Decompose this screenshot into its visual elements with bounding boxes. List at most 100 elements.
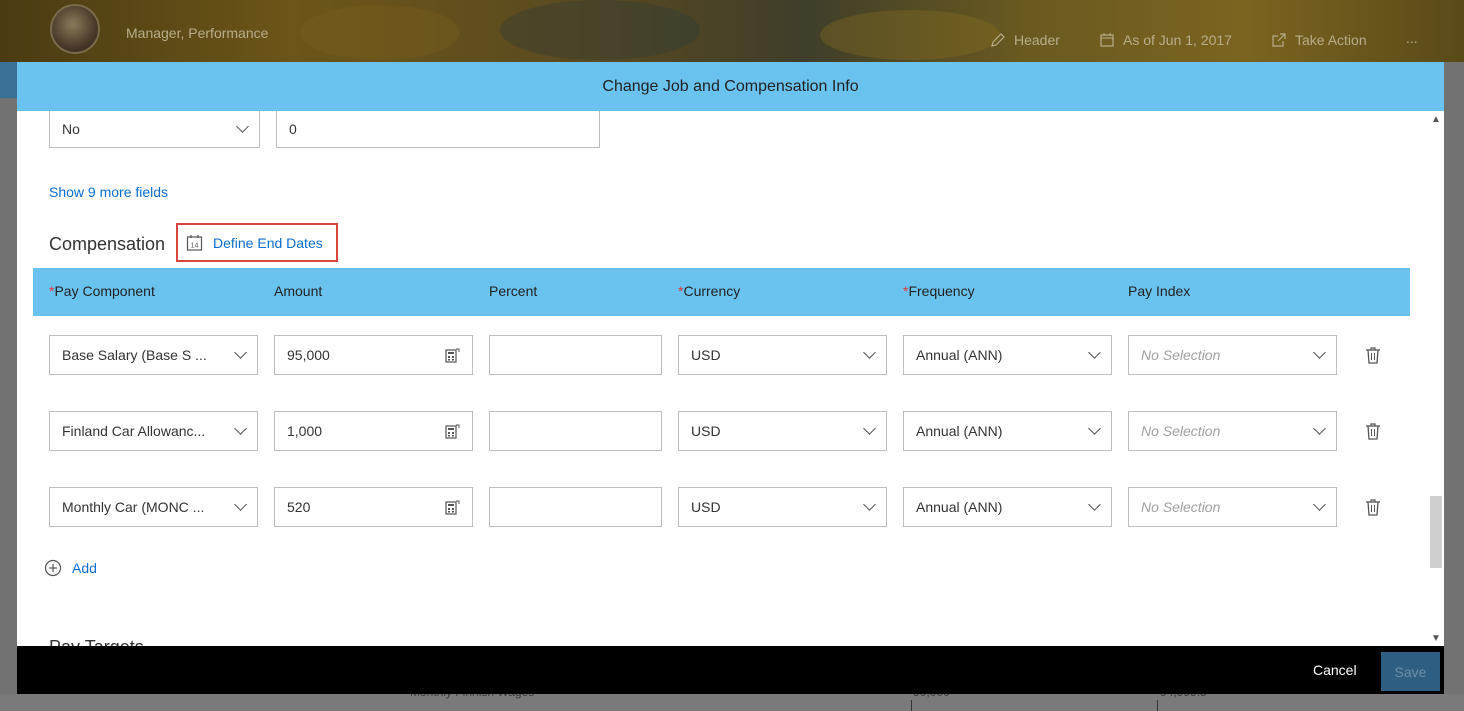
pay-component-select[interactable]: Monthly Car (MONC ... <box>49 487 258 527</box>
trash-icon[interactable] <box>1365 346 1381 364</box>
chevron-down-icon <box>863 346 876 359</box>
calculator-icon[interactable] <box>444 347 460 363</box>
pay-index-select[interactable]: No Selection <box>1128 411 1337 451</box>
pay-index-placeholder: No Selection <box>1141 499 1221 515</box>
amount-input[interactable]: 1,000 <box>274 411 473 451</box>
compensation-table-header: *Pay Component Amount Percent *Currency … <box>33 268 1410 316</box>
frequency-value: Annual (ANN) <box>916 347 1003 363</box>
pencil-icon <box>991 33 1005 47</box>
percent-input[interactable] <box>489 335 662 375</box>
pay-component-value: Monthly Car (MONC ... <box>62 499 205 515</box>
chevron-down-icon <box>863 422 876 435</box>
as-of-date-action[interactable]: As of Jun 1, 2017 <box>1099 32 1232 48</box>
pay-targets-section-title: Pay Targets <box>49 637 144 646</box>
chevron-down-icon <box>1088 422 1101 435</box>
pay-index-select[interactable]: No Selection <box>1128 335 1337 375</box>
profile-title: Manager, Performance <box>126 25 269 41</box>
pay-index-select[interactable]: No Selection <box>1128 487 1337 527</box>
dialog-footer: Cancel Save <box>17 646 1444 694</box>
pay-component-value: Base Salary (Base S ... <box>62 347 207 363</box>
chevron-down-icon <box>234 498 247 511</box>
chevron-down-icon <box>1088 498 1101 511</box>
currency-select[interactable]: USD <box>678 335 887 375</box>
chevron-down-icon <box>1088 346 1101 359</box>
as-of-date-label: As of Jun 1, 2017 <box>1123 32 1232 48</box>
top-select[interactable]: No <box>49 111 260 148</box>
calculator-icon[interactable] <box>444 499 460 515</box>
amount-input[interactable]: 95,000 <box>274 335 473 375</box>
header-action-label: Header <box>1014 32 1060 48</box>
chevron-down-icon <box>234 346 247 359</box>
amount-value: 95,000 <box>287 347 330 363</box>
chevron-down-icon <box>234 422 247 435</box>
header-action[interactable]: Header <box>990 32 1060 48</box>
amount-input[interactable]: 520 <box>274 487 473 527</box>
frequency-select[interactable]: Annual (ANN) <box>903 335 1112 375</box>
currency-value: USD <box>691 423 721 439</box>
calculator-icon[interactable] <box>444 423 460 439</box>
frequency-select[interactable]: Annual (ANN) <box>903 411 1112 451</box>
background-left-accent <box>0 62 17 98</box>
add-pay-component-button[interactable]: Add <box>44 559 97 577</box>
show-more-fields-link[interactable]: Show 9 more fields <box>49 184 168 200</box>
avatar[interactable] <box>50 4 100 54</box>
add-circle-icon <box>44 559 62 577</box>
define-end-dates-label: Define End Dates <box>213 234 323 251</box>
take-action-action[interactable]: Take Action <box>1271 32 1367 48</box>
pay-index-placeholder: No Selection <box>1141 423 1221 439</box>
cancel-button[interactable]: Cancel <box>1307 646 1363 694</box>
column-header-pay-index: Pay Index <box>1128 283 1190 299</box>
chevron-down-icon <box>1313 422 1326 435</box>
background-left-strip <box>0 62 17 694</box>
take-action-label: Take Action <box>1295 32 1367 48</box>
chevron-down-icon <box>236 120 249 133</box>
scrollbar-thumb[interactable] <box>1430 496 1442 568</box>
frequency-select[interactable]: Annual (ANN) <box>903 487 1112 527</box>
save-button[interactable]: Save <box>1381 652 1440 691</box>
column-header-percent: Percent <box>489 283 537 299</box>
frequency-value: Annual (ANN) <box>916 423 1003 439</box>
background-tick <box>911 700 912 711</box>
column-header-amount: Amount <box>274 283 322 299</box>
share-icon <box>1272 33 1286 47</box>
define-end-dates-button[interactable]: 14 Define End Dates <box>176 223 338 262</box>
compensation-section-title: Compensation <box>49 234 166 254</box>
column-header-frequency: *Frequency <box>903 283 975 299</box>
percent-input[interactable] <box>489 411 662 451</box>
chevron-down-icon <box>863 498 876 511</box>
more-label: ... <box>1406 30 1418 46</box>
amount-value: 520 <box>287 499 311 515</box>
column-label: Pay Component <box>54 283 155 299</box>
column-label: Currency <box>683 283 741 299</box>
chevron-down-icon <box>1313 498 1326 511</box>
trash-icon[interactable] <box>1365 422 1381 440</box>
column-label: Pay Index <box>1128 283 1191 299</box>
dialog-content: No 0 Show 9 more fields Compensation 14 … <box>17 111 1427 646</box>
column-label: Percent <box>489 283 538 299</box>
top-input[interactable]: 0 <box>276 111 600 148</box>
pay-component-select[interactable]: Base Salary (Base S ... <box>49 335 258 375</box>
currency-value: USD <box>691 499 721 515</box>
column-header-pay-component: *Pay Component <box>49 283 155 299</box>
percent-input[interactable] <box>489 487 662 527</box>
column-label: Amount <box>274 283 323 299</box>
column-header-currency: *Currency <box>678 283 740 299</box>
background-right-strip <box>1444 62 1464 694</box>
pay-index-placeholder: No Selection <box>1141 347 1221 363</box>
scroll-down-icon[interactable]: ▼ <box>1431 634 1441 644</box>
amount-value: 1,000 <box>287 423 323 439</box>
currency-select[interactable]: USD <box>678 411 887 451</box>
column-label: Frequency <box>908 283 975 299</box>
add-label: Add <box>72 560 97 576</box>
frequency-value: Annual (ANN) <box>916 499 1003 515</box>
top-input-value: 0 <box>289 121 297 137</box>
more-icon[interactable]: ... <box>1406 30 1418 46</box>
scroll-up-icon[interactable]: ▲ <box>1431 115 1441 125</box>
dialog-title: Change Job and Compensation Info <box>17 62 1444 111</box>
trash-icon[interactable] <box>1365 498 1381 516</box>
chevron-down-icon <box>1313 346 1326 359</box>
top-select-value: No <box>62 121 80 137</box>
pay-component-select[interactable]: Finland Car Allowanc... <box>49 411 258 451</box>
currency-select[interactable]: USD <box>678 487 887 527</box>
dialog-scrollbar[interactable]: ▲ ▼ <box>1427 111 1444 646</box>
